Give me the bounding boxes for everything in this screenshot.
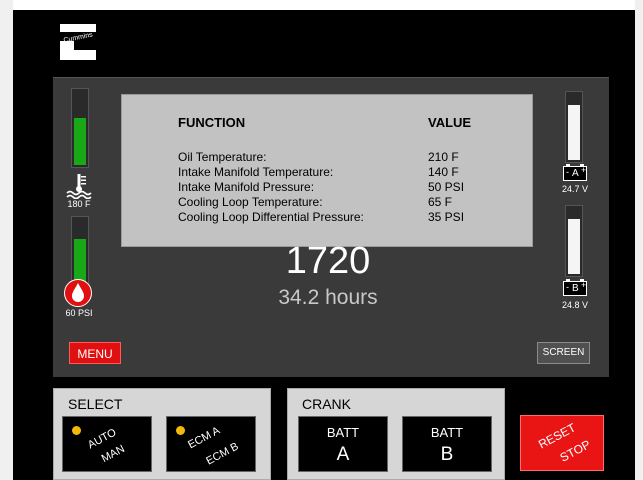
reset-stop-button[interactable]: RESET STOP (520, 415, 604, 471)
battery-a-label: 24.7 V (561, 184, 589, 194)
batt-a-letter: A (336, 444, 350, 465)
table-row-name: Cooling Loop Temperature: (178, 195, 323, 209)
cummins-logo: Cummins (56, 24, 100, 60)
oil-pressure-gauge (71, 216, 89, 285)
table-row-value: 140 F (428, 165, 459, 179)
coolant-temp-level (74, 118, 86, 165)
right-border (635, 0, 643, 480)
screen-button[interactable]: SCREEN (537, 342, 590, 364)
battery-a-minus: - (566, 167, 569, 177)
table-row-value: 35 PSI (428, 210, 465, 224)
function-header: FUNCTION (178, 115, 246, 130)
select-title: SELECT (68, 396, 123, 412)
battery-b-icon: - B + (563, 279, 587, 297)
battery-b-label: 24.8 V (561, 300, 589, 310)
crank-batt-b-button[interactable]: BATT B (402, 416, 492, 472)
batt-a-label: BATT (326, 425, 360, 440)
ecm-b-label: ECM B (204, 440, 241, 468)
battery-a-level (568, 104, 580, 160)
auto-led-indicator (72, 426, 81, 435)
coolant-temp-icon (66, 174, 92, 199)
value-header: VALUE (428, 115, 472, 130)
ecm-select-button[interactable]: ECM A ECM B (166, 416, 256, 472)
crank-batt-a-button[interactable]: BATT A (298, 416, 388, 472)
auto-man-button[interactable]: AUTO MAN (62, 416, 152, 472)
batt-b-letter: B (440, 444, 454, 465)
oil-pressure-level (74, 239, 86, 282)
crank-title: CRANK (302, 396, 352, 412)
left-border (0, 0, 13, 480)
select-group: SELECT AUTO MAN ECM A ECM B (53, 388, 271, 480)
stop-label: STOP (557, 437, 593, 465)
batt-b-label: BATT (430, 425, 464, 440)
menu-button[interactable]: MENU (69, 342, 121, 364)
battery-b-level (568, 218, 580, 274)
engine-hours: 34.2 hours (278, 286, 378, 309)
battery-b-letter: B (572, 283, 579, 294)
table-row-value: 65 F (428, 195, 453, 209)
oil-pressure-label: 60 PSI (65, 308, 93, 318)
function-table: FUNCTION VALUE Oil Temperature: 210 F In… (121, 94, 533, 247)
man-label: MAN (99, 442, 127, 466)
battery-a-icon: - A + (563, 164, 587, 182)
oil-pressure-icon (64, 279, 92, 307)
battery-a-letter: A (572, 168, 579, 179)
table-row-value: 210 F (428, 150, 459, 164)
table-row-name: Intake Manifold Temperature: (178, 165, 334, 179)
ecm-led-indicator (176, 426, 185, 435)
coolant-temp-label: 180 F (67, 199, 91, 209)
battery-a-plus: + (581, 165, 587, 175)
table-row-name: Cooling Loop Differential Pressure: (178, 210, 364, 224)
battery-b-minus: - (566, 282, 569, 292)
ecm-a-label: ECM A (186, 424, 223, 452)
crank-group: CRANK BATT A BATT B (287, 388, 505, 480)
table-row-name: Intake Manifold Pressure: (178, 180, 315, 194)
table-row-value: 50 PSI (428, 180, 465, 194)
battery-b-gauge (565, 205, 583, 277)
table-row-name: Oil Temperature: (178, 150, 267, 164)
coolant-temp-gauge (71, 88, 89, 168)
battery-b-plus: + (581, 280, 587, 290)
battery-a-gauge (565, 91, 583, 163)
engine-rpm: 1720 (285, 240, 371, 282)
